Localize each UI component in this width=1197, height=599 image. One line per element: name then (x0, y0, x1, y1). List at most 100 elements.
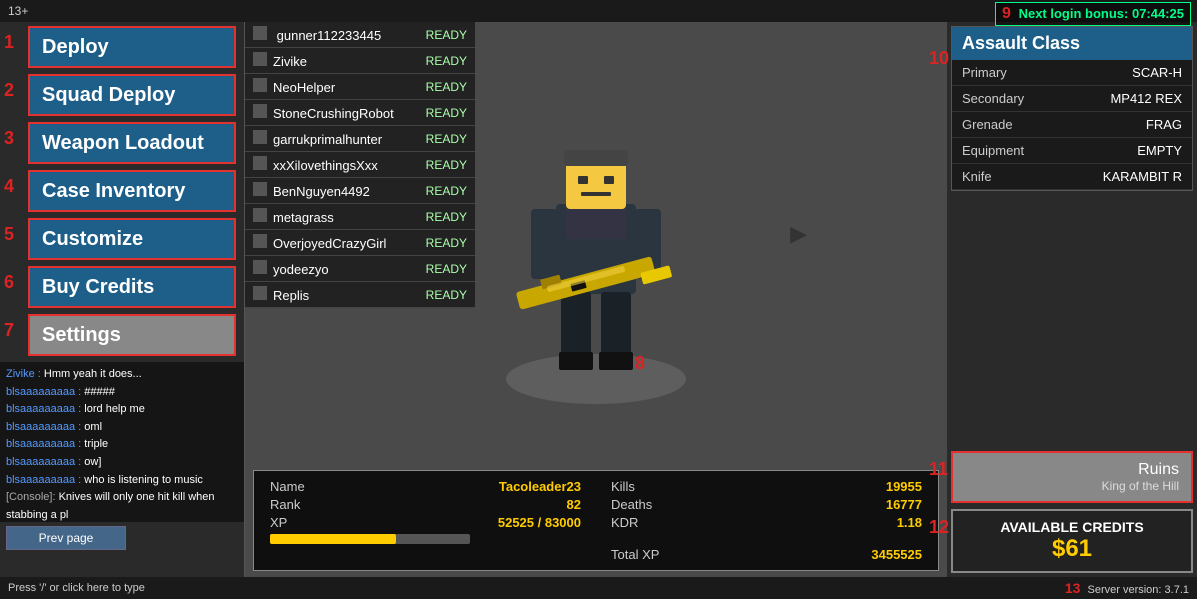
squad-member-name: NeoHelper (273, 80, 335, 95)
squad-member-name: BenNguyen4492 (273, 184, 370, 199)
buy-credits-button[interactable]: Buy Credits (28, 266, 236, 308)
case-inventory-button[interactable]: Case Inventory (28, 170, 236, 212)
knife-value: KARAMBIT R (1103, 169, 1182, 184)
stat-totalxp-label: Total XP (611, 547, 659, 562)
stat-deaths-row: Deaths 16777 (611, 497, 922, 512)
assault-class-panel: Assault Class Primary SCAR-H Secondary M… (951, 26, 1193, 191)
chat-message-1: blsaaaaaaaaa : ##### (6, 384, 238, 402)
squad-icon (253, 182, 267, 196)
stat-totalxp-row: Total XP 3455525 (611, 547, 922, 562)
server-version: Server version: 3.7.1 (1088, 584, 1190, 596)
secondary-value: MP412 REX (1110, 91, 1182, 106)
squad-row: metagrass READY (245, 204, 475, 230)
squad-row: yodeezyo READY (245, 256, 475, 282)
stat-xp-row: XP 52525 / 83000 (270, 515, 581, 544)
squad-status: READY (426, 28, 467, 42)
squad-icon (253, 78, 267, 92)
loadout-row-secondary: Secondary MP412 REX (952, 86, 1192, 112)
stat-kdr-label: KDR (611, 515, 638, 544)
weapon-loadout-button[interactable]: Weapon Loadout (28, 122, 236, 164)
chat-message-3: blsaaaaaaaaa : oml (6, 419, 238, 437)
age-label: 13+ (8, 4, 28, 18)
grenade-value: FRAG (1146, 117, 1182, 132)
badge-12: 12 (929, 517, 949, 538)
squad-icon (253, 52, 267, 66)
badge-5: 5 (4, 224, 14, 245)
squad-icon (253, 286, 267, 300)
secondary-label: Secondary (962, 91, 1024, 106)
customize-button[interactable]: Customize (28, 218, 236, 260)
ruins-subtitle: King of the Hill (965, 479, 1179, 493)
squad-row: BenNguyen4492 READY (245, 178, 475, 204)
squad-row: NeoHelper READY (245, 74, 475, 100)
primary-value: SCAR-H (1132, 65, 1182, 80)
badge-2: 2 (4, 80, 14, 101)
stat-totalxp-value: 3455525 (871, 547, 922, 562)
primary-label: Primary (962, 65, 1007, 80)
stat-kdr-row: KDR 1.18 (611, 515, 922, 544)
assault-class-header: Assault Class (952, 27, 1192, 60)
chat-message-5: blsaaaaaaaaa : ow] (6, 454, 238, 472)
right-panel: 10 Assault Class Primary SCAR-H Secondar… (947, 22, 1197, 577)
stat-xp-label: XP (270, 515, 287, 530)
stat-name-label: Name (270, 479, 305, 494)
stats-bar: Name Tacoleader23 Kills 19955 Rank 82 De… (253, 470, 939, 571)
squad-status: READY (426, 158, 467, 172)
loadout-row-equipment: Equipment EMPTY (952, 138, 1192, 164)
login-bonus-number: 9 (1002, 5, 1011, 22)
login-bonus: 9 Next login bonus: 07:44:25 (995, 2, 1191, 26)
squad-member-name: OverjoyedCrazyGirl (273, 236, 386, 251)
stat-name-row: Name Tacoleader23 (270, 479, 581, 494)
chat-message-2: blsaaaaaaaaa : lord help me (6, 401, 238, 419)
squad-icon (253, 156, 267, 170)
stat-deaths-value: 16777 (886, 497, 922, 512)
deploy-button[interactable]: Deploy (28, 26, 236, 68)
grenade-label: Grenade (962, 117, 1013, 132)
chat-message-6: blsaaaaaaaaa : who is listening to music (6, 472, 238, 490)
badge-11: 11 (929, 459, 948, 480)
badge-7: 7 (4, 320, 14, 341)
knife-label: Knife (962, 169, 992, 184)
bottom-bar[interactable]: Press '/' or click here to type 13 Serve… (0, 577, 1197, 599)
main-area: 1 Deploy 2 Squad Deploy 3 Weapon Loadout… (0, 22, 1197, 577)
squad-row: StoneCrushingRobot READY (245, 100, 475, 126)
badge-10: 10 (929, 48, 949, 69)
squad-icon (253, 130, 267, 144)
loadout-row-knife: Knife KARAMBIT R (952, 164, 1192, 190)
stat-name-value: Tacoleader23 (499, 479, 581, 494)
squad-member-name: metagrass (273, 210, 334, 225)
stat-kills-label: Kills (611, 479, 635, 494)
center-area: gunner112233445 READY Zivike READY NeoHe… (245, 22, 947, 577)
xp-bar-background (270, 534, 470, 544)
squad-status: READY (426, 262, 467, 276)
settings-button[interactable]: Settings (28, 314, 236, 356)
squad-status: READY (426, 106, 467, 120)
stat-rank-row: Rank 82 (270, 497, 581, 512)
badge-4: 4 (4, 176, 14, 197)
bottom-right: 13 Server version: 3.7.1 (1065, 580, 1189, 596)
stat-deaths-label: Deaths (611, 497, 652, 512)
squad-member-name: yodeezyo (273, 262, 329, 277)
ruins-title: Ruins (965, 461, 1179, 479)
squad-member-name: StoneCrushingRobot (273, 106, 394, 121)
squad-status: READY (426, 80, 467, 94)
squad-icon (253, 208, 267, 222)
badge-1: 1 (4, 32, 14, 53)
stat-rank-value: 82 (567, 497, 581, 512)
credits-value: $61 (965, 535, 1179, 563)
squad-icon (253, 260, 267, 274)
chat-prompt[interactable]: Press '/' or click here to type (8, 582, 145, 594)
character-figure (486, 114, 706, 394)
squad-deploy-button[interactable]: Squad Deploy (28, 74, 236, 116)
squad-row: gunner112233445 READY (245, 22, 475, 48)
squad-status: READY (426, 210, 467, 224)
stat-kdr-value: 1.18 (897, 515, 922, 544)
badge-8: 8 (635, 353, 645, 374)
equipment-value: EMPTY (1137, 143, 1182, 158)
credits-panel: AVAILABLE CREDITS $61 (951, 509, 1193, 573)
badge-3: 3 (4, 128, 14, 149)
login-bonus-text: Next login bonus: 07:44:25 (1019, 6, 1184, 21)
squad-member-name: garrukprimalhunter (273, 132, 382, 147)
squad-status: READY (426, 236, 467, 250)
prev-page-button[interactable]: Prev page (6, 526, 126, 550)
